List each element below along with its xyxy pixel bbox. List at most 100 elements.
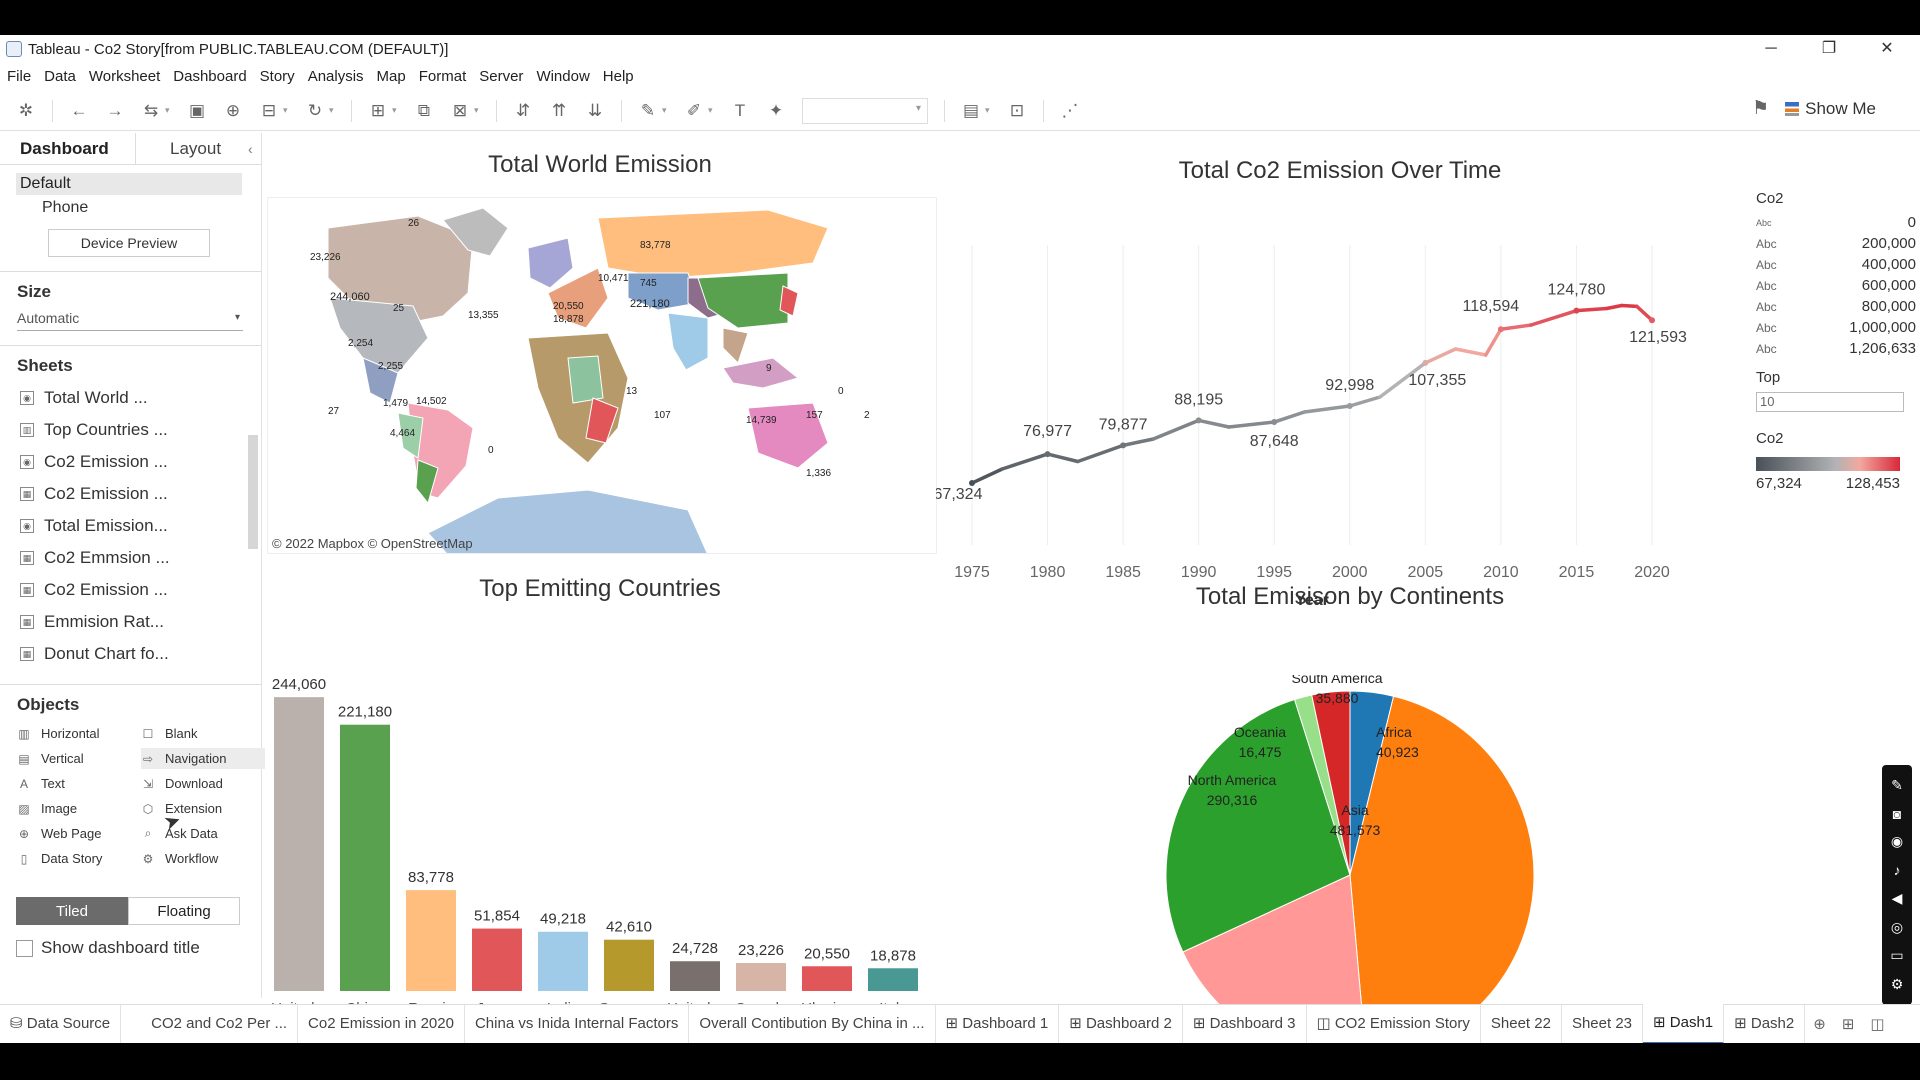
sort-ascending-icon[interactable]: ⇈ <box>545 97 573 125</box>
tab-dashboard[interactable]: ⊞ Dashboard 3 <box>1183 1004 1307 1043</box>
menu-server[interactable]: Server <box>472 65 529 89</box>
menu-help[interactable]: Help <box>596 65 640 89</box>
close-icon[interactable]: ✕ <box>1858 35 1916 63</box>
record-icon[interactable]: ◉ <box>1891 833 1903 850</box>
tab-sheet[interactable]: China vs Inida Internal Factors <box>465 1004 690 1043</box>
size-dropdown[interactable]: Automatic <box>17 307 243 331</box>
redo-icon[interactable]: → <box>101 97 129 125</box>
new-story-icon[interactable]: ◫ <box>1870 1015 1884 1033</box>
tab-layout[interactable]: Layout <box>136 133 242 164</box>
fit-dropdown[interactable] <box>802 97 928 124</box>
menu-dashboard[interactable]: Dashboard <box>166 65 252 89</box>
map-credit[interactable]: © 2022 Mapbox © OpenStreetMap <box>272 536 473 551</box>
menu-analysis[interactable]: Analysis <box>301 65 370 89</box>
new-dashboard-icon[interactable]: ⊞ <box>1842 1015 1855 1033</box>
bar-chart[interactable]: 244,060United ..221,180China83,778Russia… <box>262 655 934 1020</box>
tab-dashboard[interactable]: ⊞ Dashboard 1 <box>936 1004 1060 1043</box>
tab-dashboard[interactable]: ⊞ Dashboard 2 <box>1059 1004 1183 1043</box>
sheets-scrollbar[interactable] <box>248 435 258 549</box>
dropdown-icon[interactable]: ▾ <box>165 105 173 116</box>
show-cards-icon[interactable]: ▤ <box>957 97 985 125</box>
microphone-icon[interactable]: ♪ <box>1894 862 1901 878</box>
menu-map[interactable]: Map <box>370 65 412 89</box>
sheet-item[interactable]: ◉ Co2 Emission ... <box>0 446 261 478</box>
sheet-item[interactable]: ▦ Co2 Emission ... <box>0 478 261 510</box>
collapse-pane-icon[interactable]: ‹ <box>248 133 253 164</box>
object-extension[interactable]: ⬡ Extension <box>141 798 265 819</box>
dropdown-icon[interactable]: ▾ <box>283 105 291 116</box>
dropdown-icon[interactable]: ▾ <box>474 105 482 116</box>
legend-row[interactable]: Abc 600,000 <box>1756 275 1916 296</box>
object-horizontal[interactable]: ▥ Horizontal <box>17 723 141 744</box>
bookmark-icon[interactable]: ⚑ <box>1752 97 1769 120</box>
sheet-item[interactable]: ▥ Top Countries ... <box>0 414 261 446</box>
menu-file[interactable]: File <box>0 65 37 89</box>
show-me-button[interactable]: Show Me <box>1785 99 1876 119</box>
sheet-item[interactable]: ▦ Donut Chart fo... <box>0 638 261 670</box>
object-text[interactable]: A Text <box>17 773 141 794</box>
object-navigation[interactable]: ⇨ Navigation <box>141 748 265 769</box>
object-web-page[interactable]: ⊕ Web Page <box>17 823 141 844</box>
object-data-story[interactable]: ▯ Data Story <box>17 848 141 869</box>
new-worksheet-icon[interactable]: ⊕ <box>1813 1015 1826 1033</box>
dropdown-icon[interactable]: ▾ <box>329 105 337 116</box>
pin-icon[interactable]: ✦ <box>762 97 790 125</box>
dropdown-icon[interactable]: ▾ <box>985 105 993 116</box>
object-image[interactable]: ▨ Image <box>17 798 141 819</box>
clear-sheet-icon[interactable]: ⊠ <box>446 97 474 125</box>
sheet-item[interactable]: ◉ Total Emission... <box>0 510 261 542</box>
window-icon[interactable]: ▭ <box>1890 947 1903 964</box>
object-blank[interactable]: ☐ Blank <box>141 723 265 744</box>
pause-updates-icon[interactable]: ⊟ <box>255 97 283 125</box>
menu-worksheet[interactable]: Worksheet <box>82 65 166 89</box>
tab-story[interactable]: ◫ CO2 Emission Story <box>1307 1004 1481 1043</box>
dropdown-icon[interactable]: ▾ <box>392 105 400 116</box>
tableau-logo-icon[interactable]: ✲ <box>12 97 40 125</box>
object-workflow[interactable]: ⚙ Workflow <box>141 848 265 869</box>
minimize-icon[interactable]: ─ <box>1742 35 1800 63</box>
object-download[interactable]: ⇲ Download <box>141 773 265 794</box>
floating-button[interactable]: Floating <box>128 897 240 925</box>
group-icon[interactable]: ✐ <box>680 97 708 125</box>
sheet-item[interactable]: ▦ Co2 Emmsion ... <box>0 542 261 574</box>
new-data-source-icon[interactable]: ⊕ <box>219 97 247 125</box>
refresh-icon[interactable]: ↻ <box>301 97 329 125</box>
legend-row[interactable]: Abc 200,000 <box>1756 233 1916 254</box>
speaker-icon[interactable]: ◀ <box>1892 890 1903 907</box>
sheet-item[interactable]: ◉ Total World ... <box>0 382 261 414</box>
dropdown-icon[interactable]: ▾ <box>662 105 670 116</box>
object-ask-data[interactable]: ⌕ Ask Data <box>141 823 265 844</box>
top-parameter-input[interactable]: 10 <box>1756 392 1904 412</box>
sort-descending-icon[interactable]: ⇊ <box>581 97 609 125</box>
settings-icon[interactable]: ⚙ <box>1891 976 1904 993</box>
show-dashboard-title-option[interactable]: Show dashboard title <box>16 938 261 958</box>
tab-sheet[interactable]: Co2 Emission in 2020 <box>298 1004 465 1043</box>
replace-data-icon[interactable]: ⇆ <box>137 97 165 125</box>
device-preview-button[interactable]: Device Preview <box>48 229 210 257</box>
line-chart[interactable]: 1975 1980 1985 1990 1995 2000 2005 2010 2015 2020… <box>936 235 1732 615</box>
sheet-item[interactable]: ▦ Emmision Rat... <box>0 606 261 638</box>
pen-icon[interactable]: ✎ <box>1891 777 1903 794</box>
legend-row[interactable]: Abc 400,000 <box>1756 254 1916 275</box>
restore-icon[interactable]: ❐ <box>1800 35 1858 63</box>
pie-chart[interactable]: Africa 40,923 Asia 481,573 North America 290,… <box>1150 675 1560 1035</box>
menu-story[interactable]: Story <box>253 65 301 89</box>
labels-icon[interactable]: T <box>726 97 754 125</box>
legend-row[interactable]: Abc 0 <box>1756 212 1916 233</box>
device-phone[interactable]: Phone <box>16 197 261 219</box>
share-icon[interactable]: ⋰ <box>1056 97 1084 125</box>
webcam-icon[interactable]: ◎ <box>1891 919 1903 936</box>
highlight-icon[interactable]: ✎ <box>634 97 662 125</box>
object-vertical[interactable]: ▤ Vertical <box>17 748 141 769</box>
tab-dashboard[interactable]: Dashboard <box>0 133 136 164</box>
menu-format[interactable]: Format <box>412 65 473 89</box>
legend-row[interactable]: Abc 1,000,000 <box>1756 317 1916 338</box>
undo-icon[interactable]: ← <box>65 97 93 125</box>
camera-icon[interactable]: ◙ <box>1893 806 1901 822</box>
tiled-button[interactable]: Tiled <box>16 897 128 925</box>
world-map[interactable]: 26 23,226 83,778 244,060 25 221,180 18,8… <box>267 197 937 554</box>
presentation-mode-icon[interactable]: ⊡ <box>1003 97 1031 125</box>
duplicate-icon[interactable]: ⧉ <box>410 97 438 125</box>
sheet-item[interactable]: ▦ Co2 Emission ... <box>0 574 261 606</box>
swap-icon[interactable]: ⇵ <box>509 97 537 125</box>
